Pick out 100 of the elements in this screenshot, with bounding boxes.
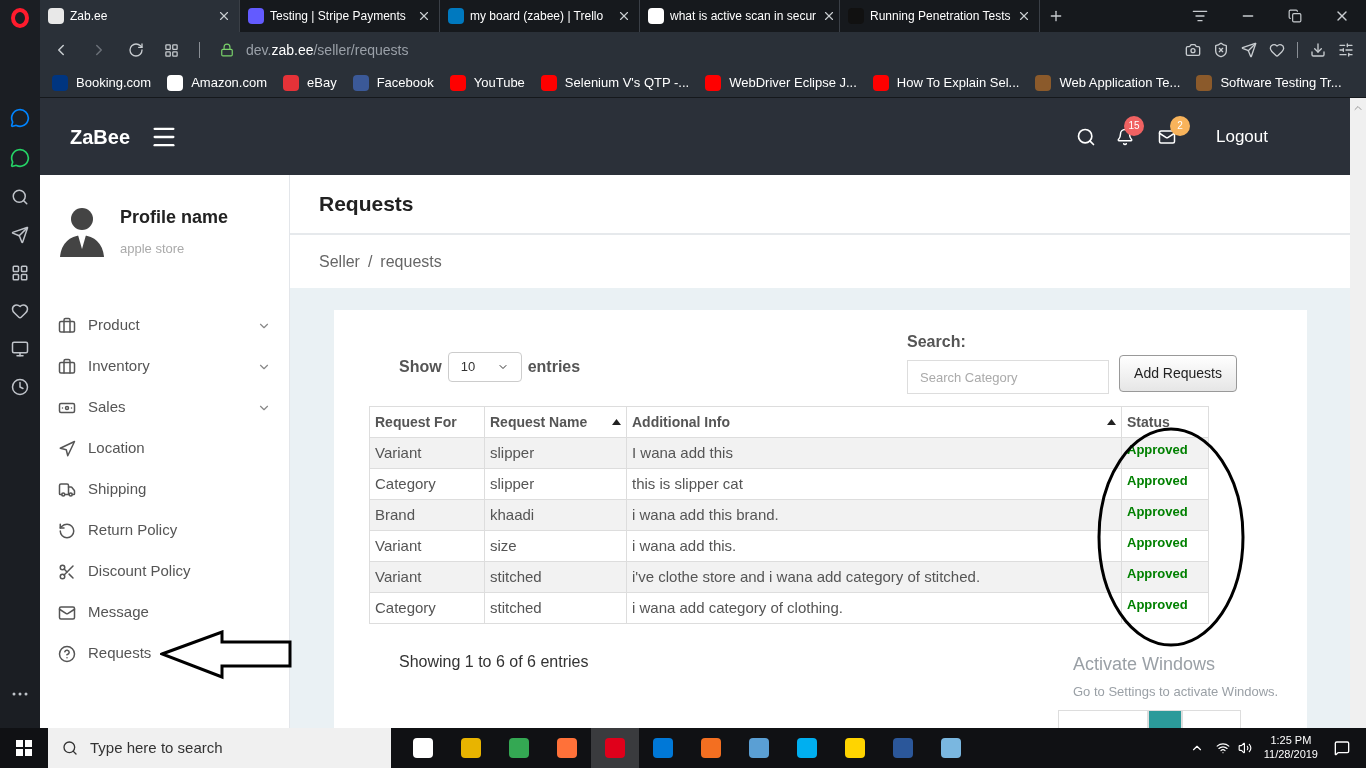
search-label: Search: [907,332,967,352]
menu-item-icon [58,521,76,540]
app-icon [941,738,961,758]
sidebar-menu-item[interactable]: Message [58,592,149,633]
app-icon [557,738,577,758]
status-text: Approved [1121,437,1209,469]
send-icon[interactable] [1241,42,1257,58]
status-text: Approved [1121,530,1209,562]
sidebar-menu-item[interactable]: Shipping [58,469,147,510]
mail-icon[interactable] [1158,127,1176,146]
bookmark-link[interactable]: Facebook [352,72,434,93]
table-cell: i wana add this brand. [626,499,1122,531]
close-icon[interactable] [1017,9,1031,23]
sidebar-menu-item[interactable]: Discount Policy [58,551,191,592]
app-icon [605,738,625,758]
grid-icon[interactable] [11,264,29,282]
windows-logo-icon[interactable] [16,740,32,756]
heart-icon[interactable] [1269,42,1285,58]
column-header[interactable]: Status [1121,406,1209,438]
taskbar-search-field[interactable]: Type here to search [48,728,391,768]
monitor-icon[interactable] [11,340,29,358]
close-icon[interactable] [617,9,631,23]
grid-icon[interactable] [164,42,179,58]
new-tab-icon[interactable] [1048,8,1064,24]
menu-item-icon [58,562,76,581]
shield-icon[interactable] [1213,42,1229,58]
favicon-icon [48,8,64,24]
sort-ascending-icon [612,419,621,425]
bell-icon[interactable] [1116,127,1134,146]
sidebar-menu-item[interactable]: Sales [58,387,271,428]
bookmark-link[interactable]: WebDriver Eclipse J... [705,72,857,93]
volume-icon[interactable] [1237,741,1252,755]
table-cell: i've clothe store and i wana add category of stitched. [626,561,1122,593]
entries-label: entries [527,357,581,377]
sidebar-menu-item[interactable]: Location [58,428,145,469]
sort-ascending-icon [1107,419,1116,425]
messenger-icon[interactable] [10,108,30,128]
column-header[interactable]: Request Name [484,406,627,438]
bookmark-link[interactable]: Software Testing Tr... [1196,72,1342,93]
search-field[interactable]: Search Category [907,360,1110,394]
close-icon[interactable] [217,9,231,23]
bookmark-link[interactable]: Booking.com [52,72,152,93]
column-header[interactable]: Request For [369,406,485,438]
chat-icon[interactable] [10,148,30,168]
status-text: Approved [1121,499,1209,531]
logout-link[interactable]: Logout [1216,123,1268,150]
status-text: Approved [1121,561,1209,593]
app-icon [701,738,721,758]
breadcrumb-link[interactable]: requests [380,249,442,274]
sidebar-menu-item[interactable]: Product [58,305,271,346]
table-info: Showing 1 to 6 of 6 entries [399,652,589,672]
table-cell: Brand [369,499,485,531]
sidebar-menu-item[interactable]: Return Policy [58,510,178,551]
profile-name: Profile name [120,205,229,229]
scrollbar[interactable] [1350,98,1366,728]
menu-item-icon [58,480,76,499]
browser-logo-icon[interactable] [11,8,29,28]
bookmark-link[interactable]: eBay [283,72,337,93]
send-icon[interactable] [11,226,29,244]
page-size-select[interactable]: 10 [447,352,522,382]
app-icon [509,738,529,758]
more-icon[interactable] [12,692,28,696]
sidebar-menu-item[interactable]: Requests [58,633,152,674]
clock-time: 1:25 PM [1270,734,1312,748]
settings-icon[interactable] [1338,42,1354,58]
app-icon [461,738,481,758]
app-icon [413,738,433,758]
table-cell: stitched [484,592,627,624]
bookmark-link[interactable]: Web Application Te... [1035,72,1181,93]
table-cell: size [484,530,627,562]
column-header[interactable]: Additional Info [626,406,1122,438]
wifi-icon[interactable] [1215,741,1230,755]
bookmark-link[interactable]: Selenium V's QTP -... [540,72,690,93]
breadcrumb-link[interactable]: Seller [319,249,360,274]
close-icon[interactable] [417,9,431,23]
reload-icon[interactable] [128,42,144,58]
sidebar-menu-item[interactable]: Inventory [58,346,271,387]
tab-title: Zab.ee [70,8,109,25]
add-requests-button[interactable]: Add Requests [1119,355,1237,392]
table-cell: Variant [369,437,485,469]
notifications-icon[interactable] [1334,740,1350,756]
bookmark-link[interactable]: How To Explain Sel... [872,72,1020,93]
table-cell: this is slipper cat [626,468,1122,500]
show-label: Show [399,357,442,377]
download-icon[interactable] [1310,42,1326,58]
favicon-icon [167,74,184,91]
tab-menu-icon[interactable] [1192,8,1208,24]
bookmark-link[interactable]: Amazon.com [167,72,268,93]
camera-icon[interactable] [1185,42,1201,58]
search-icon[interactable] [11,188,29,206]
app-icon [845,738,865,758]
clock-date: 11/28/2019 [1263,748,1318,762]
table-cell: slipper [484,437,627,469]
clock-icon[interactable] [11,378,29,396]
search-icon[interactable] [1076,126,1096,147]
brand-logo[interactable]: ZaBee [70,121,131,152]
browser-tab[interactable]: Zab.ee [40,0,240,32]
restore-icon[interactable] [1288,9,1302,23]
heart-icon[interactable] [11,302,29,320]
bookmark-link[interactable]: YouTube [449,72,525,93]
